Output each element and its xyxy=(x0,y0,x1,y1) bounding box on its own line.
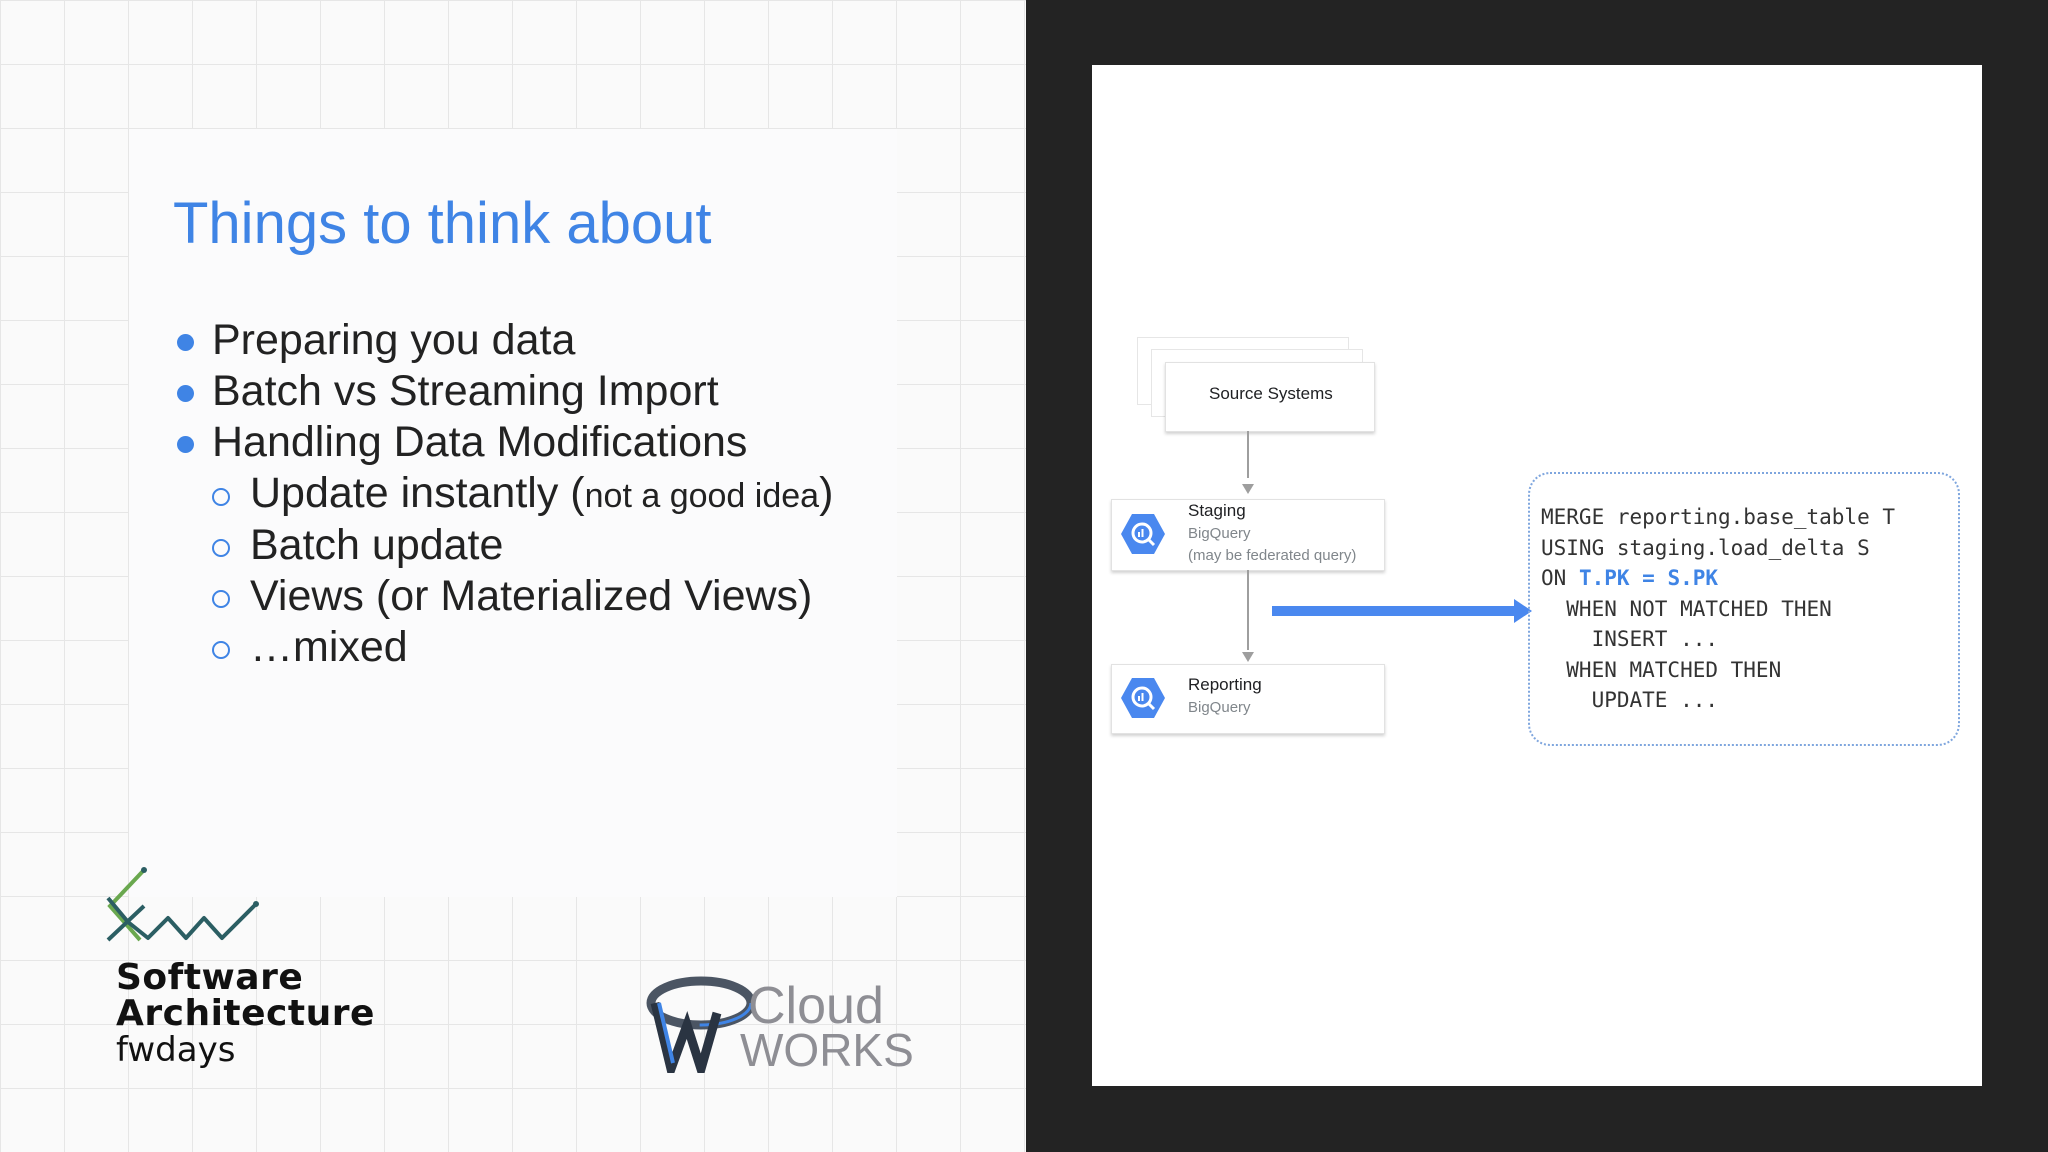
slide-panel: Things to think about Preparing you data… xyxy=(0,0,1026,1152)
merge-sql-code: MERGE reporting.base_table T USING stagin… xyxy=(1541,505,1896,712)
bullet-ring-icon xyxy=(212,488,230,506)
staging-sub: BigQuery xyxy=(1188,525,1251,542)
sub-bullet-item: …mixed xyxy=(250,623,408,671)
arrow-down-icon xyxy=(1242,652,1254,662)
source-systems-label: Source Systems xyxy=(1209,384,1333,403)
bullet-item: Batch vs Streaming Import xyxy=(212,367,719,415)
bullet-item: Preparing you data xyxy=(212,316,576,364)
bullet-ring-icon xyxy=(212,641,230,659)
staging-note: (may be federated query) xyxy=(1188,547,1357,564)
connector-line xyxy=(1247,570,1249,650)
bullet-item: Handling Data Modifications xyxy=(212,418,748,466)
fwdays-logo-text: Software Architecture fwdays xyxy=(116,957,375,1070)
sub-bullet-item: Batch update xyxy=(250,521,504,569)
reporting-label: Reporting xyxy=(1188,675,1262,694)
bigquery-icon xyxy=(1121,678,1165,718)
bullet-dot-icon xyxy=(177,436,194,453)
bullet-dot-icon xyxy=(177,385,194,402)
bullet-dot-icon xyxy=(177,334,194,351)
join-condition: T.PK = S.PK xyxy=(1578,566,1719,590)
fwdays-logo-icon xyxy=(106,867,259,942)
bullet-ring-icon xyxy=(212,590,230,608)
staging-label: Staging xyxy=(1188,501,1246,520)
connector-line xyxy=(1247,431,1249,478)
slide-title: Things to think about xyxy=(173,191,712,256)
reporting-sub: BigQuery xyxy=(1188,699,1251,716)
bigquery-icon xyxy=(1121,514,1165,554)
arrow-down-icon xyxy=(1242,484,1254,494)
cloudworks-logo-text: Cloud WORKS xyxy=(740,977,914,1076)
bullet-ring-icon xyxy=(212,539,230,557)
arrow-right-icon xyxy=(1272,599,1532,623)
sub-bullet-note: not a good idea xyxy=(584,477,820,515)
cloudworks-logo-icon xyxy=(646,976,755,1073)
sub-bullet-item: Update instantly (not a good idea) xyxy=(250,469,834,517)
sub-bullet-item: Views (or Materialized Views) xyxy=(250,572,813,620)
